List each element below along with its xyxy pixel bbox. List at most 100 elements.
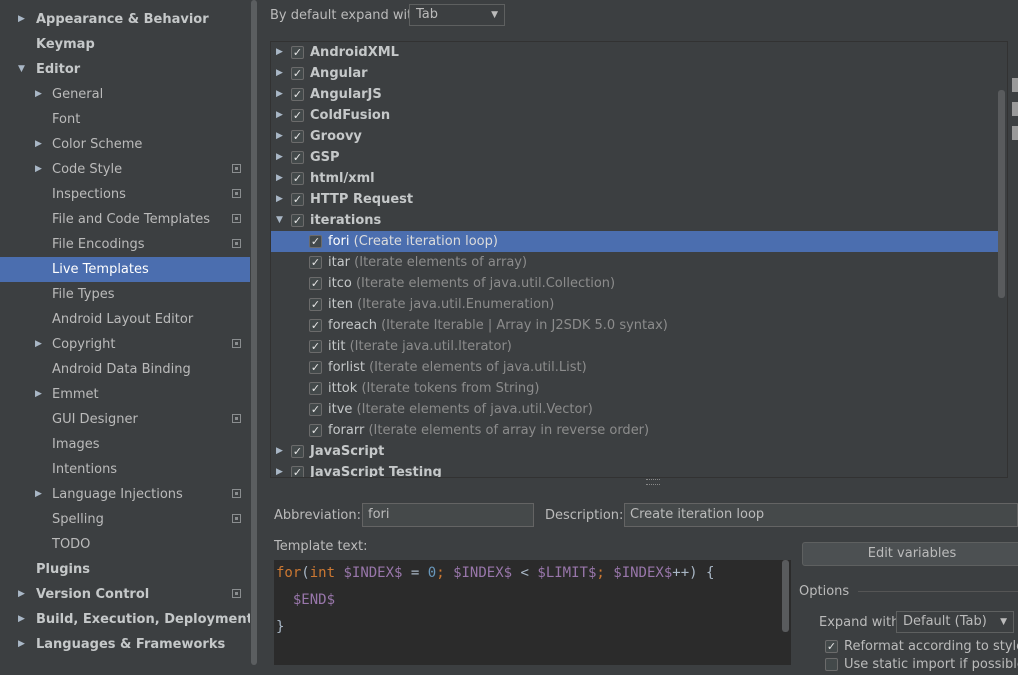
template-item-foreach[interactable]: ✓ foreach (Iterate Iterable | Array in J2… xyxy=(271,315,999,336)
template-group-iterations[interactable]: ▼ ✓ iterations xyxy=(271,210,999,231)
sidebar-item-android-data-binding[interactable]: Android Data Binding xyxy=(0,357,258,382)
sidebar-item-todo[interactable]: TODO xyxy=(0,532,258,557)
sidebar-item-intentions[interactable]: Intentions xyxy=(0,457,258,482)
triangle-right-icon[interactable]: ▶ xyxy=(35,482,42,507)
reformat-option[interactable]: ✓ Reformat according to style xyxy=(825,637,1018,657)
triangle-right-icon[interactable]: ▶ xyxy=(35,132,42,157)
abbreviation-field[interactable]: fori xyxy=(362,503,534,527)
sidebar-item-images[interactable]: Images xyxy=(0,432,258,457)
triangle-right-icon[interactable]: ▶ xyxy=(276,168,283,189)
template-group-javascript-testing[interactable]: ▶ ✓ JavaScript Testing xyxy=(271,462,999,477)
triangle-right-icon[interactable]: ▶ xyxy=(276,105,283,126)
template-checkbox[interactable]: ✓ xyxy=(291,214,304,227)
sidebar-item-gui-designer[interactable]: GUI Designer xyxy=(0,407,258,432)
triangle-right-icon[interactable]: ▶ xyxy=(276,84,283,105)
triangle-right-icon[interactable]: ▶ xyxy=(18,582,25,607)
sidebar-scrollbar[interactable] xyxy=(250,0,258,665)
static-import-option[interactable]: Use static import if possible xyxy=(825,655,1018,675)
template-group-http-request[interactable]: ▶ ✓ HTTP Request xyxy=(271,189,999,210)
template-checkbox[interactable]: ✓ xyxy=(291,466,304,477)
sidebar-item-language-injections[interactable]: ▶ Language Injections xyxy=(0,482,258,507)
template-group-javascript[interactable]: ▶ ✓ JavaScript xyxy=(271,441,999,462)
sidebar-item-editor[interactable]: ▼ Editor xyxy=(0,57,258,82)
sidebar-item-emmet[interactable]: ▶ Emmet xyxy=(0,382,258,407)
template-item-itit[interactable]: ✓ itit (Iterate java.util.Iterator) xyxy=(271,336,999,357)
template-checkbox[interactable]: ✓ xyxy=(291,151,304,164)
template-item-itar[interactable]: ✓ itar (Iterate elements of array) xyxy=(271,252,999,273)
template-checkbox[interactable]: ✓ xyxy=(309,403,322,416)
template-checkbox[interactable]: ✓ xyxy=(291,445,304,458)
template-checkbox[interactable]: ✓ xyxy=(309,361,322,374)
triangle-right-icon[interactable]: ▶ xyxy=(18,7,25,32)
template-group-androidxml[interactable]: ▶ ✓ AndroidXML xyxy=(271,42,999,63)
template-checkbox[interactable]: ✓ xyxy=(291,193,304,206)
triangle-right-icon[interactable]: ▶ xyxy=(276,441,283,462)
template-group-angular[interactable]: ▶ ✓ Angular xyxy=(271,63,999,84)
template-checkbox[interactable]: ✓ xyxy=(291,67,304,80)
template-checkbox[interactable]: ✓ xyxy=(291,46,304,59)
sidebar-item-font[interactable]: Font xyxy=(0,107,258,132)
description-field[interactable]: Create iteration loop xyxy=(624,503,1018,527)
sidebar-item-color-scheme[interactable]: ▶ Color Scheme xyxy=(0,132,258,157)
template-checkbox[interactable]: ✓ xyxy=(309,382,322,395)
triangle-right-icon[interactable]: ▶ xyxy=(276,42,283,63)
template-checkbox[interactable]: ✓ xyxy=(309,277,322,290)
template-group-html-xml[interactable]: ▶ ✓ html/xml xyxy=(271,168,999,189)
triangle-right-icon[interactable]: ▶ xyxy=(276,189,283,210)
sidebar-item-keymap[interactable]: Keymap xyxy=(0,32,258,57)
template-item-forlist[interactable]: ✓ forlist (Iterate elements of java.util.… xyxy=(271,357,999,378)
template-checkbox[interactable]: ✓ xyxy=(291,172,304,185)
template-item-fori[interactable]: ✓ fori (Create iteration loop) xyxy=(271,231,999,252)
sidebar-scrollbar-thumb[interactable] xyxy=(251,0,257,665)
template-item-itve[interactable]: ✓ itve (Iterate elements of java.util.Vec… xyxy=(271,399,999,420)
sidebar-item-general[interactable]: ▶ General xyxy=(0,82,258,107)
sidebar-item-plugins[interactable]: Plugins xyxy=(0,557,258,582)
template-group-coldfusion[interactable]: ▶ ✓ ColdFusion xyxy=(271,105,999,126)
sidebar-item-version-control[interactable]: ▶ Version Control xyxy=(0,582,258,607)
template-checkbox[interactable]: ✓ xyxy=(309,424,322,437)
triangle-down-icon[interactable]: ▼ xyxy=(18,57,25,82)
sidebar-item-appearance-behavior[interactable]: ▶ Appearance & Behavior xyxy=(0,7,258,32)
sidebar-item-build-execution-deployment[interactable]: ▶ Build, Execution, Deployment xyxy=(0,607,258,632)
triangle-right-icon[interactable]: ▶ xyxy=(35,82,42,107)
triangle-right-icon[interactable]: ▶ xyxy=(35,332,42,357)
sidebar-item-languages-frameworks[interactable]: ▶ Languages & Frameworks xyxy=(0,632,258,657)
template-checkbox[interactable]: ✓ xyxy=(291,130,304,143)
triangle-down-icon[interactable]: ▼ xyxy=(276,210,283,231)
template-checkbox[interactable]: ✓ xyxy=(291,88,304,101)
template-item-forarr[interactable]: ✓ forarr (Iterate elements of array in re… xyxy=(271,420,999,441)
sidebar-item-copyright[interactable]: ▶ Copyright xyxy=(0,332,258,357)
sidebar-item-file-types[interactable]: File Types xyxy=(0,282,258,307)
template-group-groovy[interactable]: ▶ ✓ Groovy xyxy=(271,126,999,147)
templates-scrollbar[interactable] xyxy=(998,90,1005,298)
template-item-ittok[interactable]: ✓ ittok (Iterate tokens from String) xyxy=(271,378,999,399)
template-item-iten[interactable]: ✓ iten (Iterate java.util.Enumeration) xyxy=(271,294,999,315)
template-group-angularjs[interactable]: ▶ ✓ AngularJS xyxy=(271,84,999,105)
triangle-right-icon[interactable]: ▶ xyxy=(276,126,283,147)
sidebar-item-inspections[interactable]: Inspections xyxy=(0,182,258,207)
template-item-itco[interactable]: ✓ itco (Iterate elements of java.util.Col… xyxy=(271,273,999,294)
template-checkbox[interactable]: ✓ xyxy=(309,298,322,311)
sidebar-item-code-style[interactable]: ▶ Code Style xyxy=(0,157,258,182)
editor-scrollbar[interactable] xyxy=(782,560,789,632)
template-text-editor[interactable]: for(int $INDEX$ = 0; $INDEX$ < $LIMIT$; … xyxy=(274,560,791,665)
sidebar-item-file-and-code-templates[interactable]: File and Code Templates xyxy=(0,207,258,232)
template-checkbox[interactable]: ✓ xyxy=(309,235,322,248)
template-checkbox[interactable]: ✓ xyxy=(309,319,322,332)
expand-with-combo[interactable]: Default (Tab) ▼ xyxy=(896,611,1014,633)
template-checkbox[interactable]: ✓ xyxy=(291,109,304,122)
panel-splitter[interactable] xyxy=(646,479,660,485)
default-expand-combo[interactable]: Tab ▼ xyxy=(409,4,505,26)
triangle-right-icon[interactable]: ▶ xyxy=(35,157,42,182)
template-checkbox[interactable]: ✓ xyxy=(309,256,322,269)
edit-variables-button[interactable]: Edit variables xyxy=(802,542,1018,566)
triangle-right-icon[interactable]: ▶ xyxy=(276,462,283,477)
template-group-gsp[interactable]: ▶ ✓ GSP xyxy=(271,147,999,168)
triangle-right-icon[interactable]: ▶ xyxy=(276,147,283,168)
template-checkbox[interactable]: ✓ xyxy=(309,340,322,353)
sidebar-item-file-encodings[interactable]: File Encodings xyxy=(0,232,258,257)
reformat-checkbox[interactable]: ✓ xyxy=(825,640,838,653)
triangle-right-icon[interactable]: ▶ xyxy=(18,632,25,657)
sidebar-item-spelling[interactable]: Spelling xyxy=(0,507,258,532)
triangle-right-icon[interactable]: ▶ xyxy=(276,63,283,84)
